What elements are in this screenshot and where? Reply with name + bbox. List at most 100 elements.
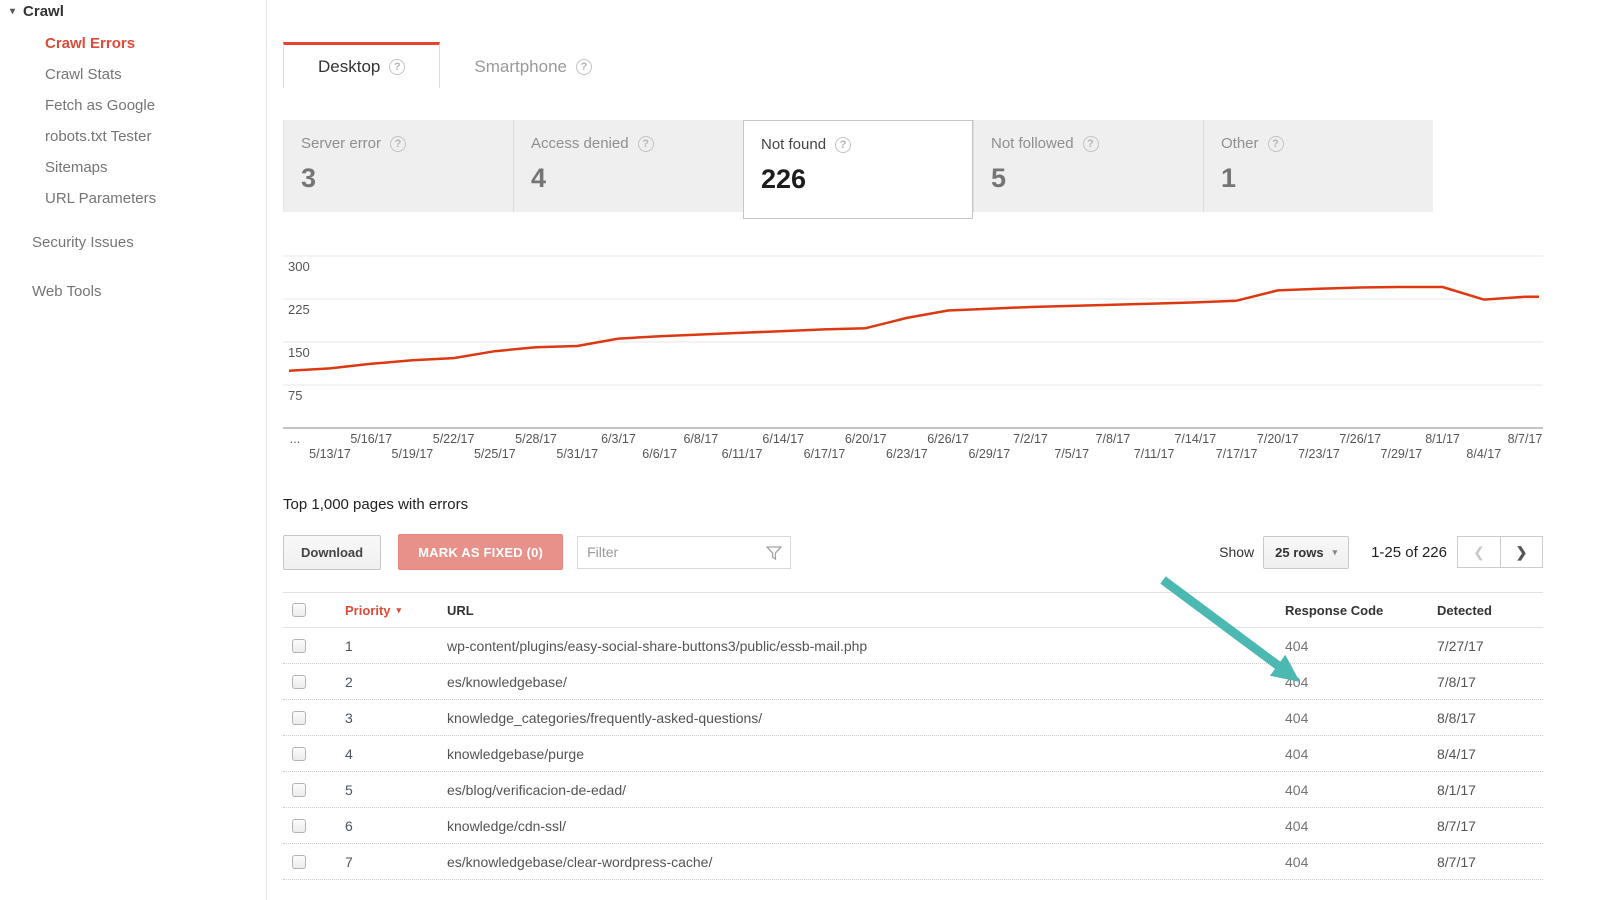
sidebar-item-security-issues[interactable]: Security Issues <box>0 226 266 259</box>
download-button[interactable]: Download <box>283 535 381 570</box>
row-checkbox[interactable] <box>292 747 306 761</box>
detected-cell: 7/8/17 <box>1437 674 1543 690</box>
help-icon[interactable]: ? <box>389 59 405 75</box>
x-axis-label: 5/28/17 <box>515 432 557 446</box>
tab-smartphone-label: Smartphone <box>474 57 567 77</box>
sidebar-item-web-tools[interactable]: Web Tools <box>0 275 266 308</box>
sidebar: ▾ Crawl Crawl ErrorsCrawl StatsFetch as … <box>0 0 267 900</box>
response-code-cell: 404 <box>1285 782 1437 798</box>
url-cell[interactable]: es/knowledgebase/clear-wordpress-cache/ <box>447 854 1285 870</box>
toolbar: Download MARK AS FIXED (0) Show 25 rows … <box>283 534 1543 570</box>
url-cell[interactable]: es/blog/verificacion-de-edad/ <box>447 782 1285 798</box>
help-icon[interactable]: ? <box>1083 136 1099 152</box>
filter-input[interactable] <box>577 536 791 569</box>
chevron-down-icon: ▾ <box>1333 547 1338 558</box>
detected-cell: 8/8/17 <box>1437 710 1543 726</box>
table-row: 4knowledgebase/purge4048/4/17 <box>283 736 1543 772</box>
error-card-other[interactable]: Other? 1 <box>1203 120 1433 212</box>
x-axis-label: 8/7/17 <box>1508 432 1543 446</box>
sidebar-item-crawl-errors[interactable]: Crawl Errors <box>0 28 266 59</box>
mark-as-fixed-button[interactable]: MARK AS FIXED (0) <box>398 534 563 570</box>
url-cell[interactable]: knowledge/cdn-ssl/ <box>447 818 1285 834</box>
x-axis-label: 7/17/17 <box>1216 447 1258 461</box>
x-axis-label: 6/14/17 <box>762 432 804 446</box>
show-label: Show <box>1219 544 1254 560</box>
help-icon[interactable]: ? <box>390 136 406 152</box>
x-axis-label: 6/20/17 <box>845 432 887 446</box>
x-axis-label: 7/11/17 <box>1134 447 1175 461</box>
prev-page-button[interactable]: ❮ <box>1457 536 1500 568</box>
x-axis-label: 7/5/17 <box>1054 447 1089 461</box>
detected-cell: 8/7/17 <box>1437 854 1543 870</box>
table-row: 7es/knowledgebase/clear-wordpress-cache/… <box>283 844 1543 880</box>
response-code-cell: 404 <box>1285 674 1437 690</box>
x-axis-label: 7/8/17 <box>1096 432 1131 446</box>
priority-cell: 1 <box>345 638 447 654</box>
priority-cell: 3 <box>345 710 447 726</box>
help-icon[interactable]: ? <box>1268 136 1284 152</box>
x-axis-label: 8/1/17 <box>1425 432 1460 446</box>
x-axis-label: 6/29/17 <box>968 447 1010 461</box>
pager: ❮ ❯ <box>1457 536 1543 568</box>
priority-cell: 5 <box>345 782 447 798</box>
error-card-access-denied[interactable]: Access denied?4 <box>513 120 743 212</box>
help-icon[interactable]: ? <box>638 136 654 152</box>
row-checkbox[interactable] <box>292 675 306 689</box>
url-cell[interactable]: wp-content/plugins/easy-social-share-but… <box>447 638 1285 654</box>
error-card-count: 4 <box>531 163 743 194</box>
priority-cell: 4 <box>345 746 447 762</box>
detected-cell: 8/4/17 <box>1437 746 1543 762</box>
error-card-server-error[interactable]: Server error?3 <box>283 120 513 212</box>
error-card-count: 226 <box>761 164 972 195</box>
error-card-not-found[interactable]: Not found?226 <box>743 120 973 219</box>
x-axis-label: 6/3/17 <box>601 432 636 446</box>
detected-header: Detected <box>1437 603 1543 618</box>
row-checkbox[interactable] <box>292 711 306 725</box>
select-all-checkbox[interactable] <box>292 603 306 617</box>
tab-desktop[interactable]: Desktop ? <box>283 42 440 88</box>
error-card-label: Other <box>1221 135 1259 152</box>
y-axis-label: 300 <box>288 259 310 274</box>
table-header-row: Priority ▾ URL Response Code Detected <box>283 592 1543 628</box>
error-card-count: 5 <box>991 163 1203 194</box>
priority-sort-header[interactable]: Priority ▾ <box>345 603 447 618</box>
tab-smartphone[interactable]: Smartphone ? <box>440 45 626 88</box>
errors-table: Priority ▾ URL Response Code Detected 1w… <box>283 592 1543 880</box>
response-code-cell: 404 <box>1285 710 1437 726</box>
url-cell[interactable]: es/knowledgebase/ <box>447 674 1285 690</box>
sidebar-nav: Crawl ErrorsCrawl StatsFetch as Googlero… <box>0 28 266 214</box>
help-icon[interactable]: ? <box>576 59 592 75</box>
error-card-count: 1 <box>1221 163 1433 194</box>
detected-cell: 7/27/17 <box>1437 638 1543 654</box>
priority-cell: 2 <box>345 674 447 690</box>
sidebar-item-sitemaps[interactable]: Sitemaps <box>0 152 266 183</box>
row-checkbox[interactable] <box>292 639 306 653</box>
sidebar-item-fetch-as-google[interactable]: Fetch as Google <box>0 90 266 121</box>
pagination-controls: Show 25 rows ▾ 1-25 of 226 ❮ ❯ <box>1219 536 1543 569</box>
y-axis-label: 150 <box>288 345 310 360</box>
row-checkbox[interactable] <box>292 819 306 833</box>
sidebar-section-crawl[interactable]: ▾ Crawl <box>0 1 266 28</box>
error-type-cards: Server error?3Access denied?4Not found?2… <box>283 120 1433 219</box>
error-card-not-followed[interactable]: Not followed?5 <box>973 120 1203 212</box>
response-code-header: Response Code <box>1285 603 1437 618</box>
rows-per-page-dropdown[interactable]: 25 rows ▾ <box>1263 536 1349 569</box>
url-cell[interactable]: knowledge_categories/frequently-asked-qu… <box>447 710 1285 726</box>
sidebar-item-url-parameters[interactable]: URL Parameters <box>0 183 266 214</box>
row-checkbox[interactable] <box>292 783 306 797</box>
response-code-cell: 404 <box>1285 818 1437 834</box>
next-page-button[interactable]: ❯ <box>1500 536 1543 568</box>
x-axis-label: 7/20/17 <box>1257 432 1299 446</box>
x-axis-label: 7/2/17 <box>1013 432 1048 446</box>
row-checkbox[interactable] <box>292 855 306 869</box>
x-axis-label: 6/23/17 <box>886 447 928 461</box>
x-axis-label: 5/19/17 <box>392 447 434 461</box>
help-icon[interactable]: ? <box>835 137 851 153</box>
sidebar-item-robots-txt-tester[interactable]: robots.txt Tester <box>0 121 266 152</box>
sidebar-section-label: Crawl <box>23 3 64 20</box>
x-axis-label: 6/17/17 <box>804 447 846 461</box>
x-axis-label: 6/11/17 <box>722 447 763 461</box>
response-code-cell: 404 <box>1285 638 1437 654</box>
url-cell[interactable]: knowledgebase/purge <box>447 746 1285 762</box>
sidebar-item-crawl-stats[interactable]: Crawl Stats <box>0 59 266 90</box>
